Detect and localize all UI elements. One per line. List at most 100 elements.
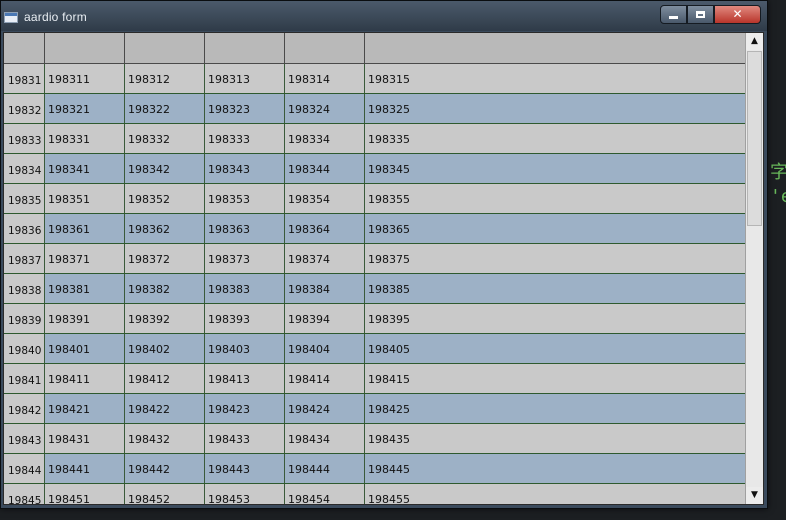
scrollbar-thumb[interactable] — [747, 51, 762, 226]
table-cell[interactable]: 198395 — [365, 304, 745, 333]
table-cell[interactable]: 198311 — [45, 64, 125, 93]
table-cell[interactable]: 198432 — [125, 424, 205, 453]
table-cell[interactable]: 198374 — [285, 244, 365, 273]
table-cell[interactable]: 198332 — [125, 124, 205, 153]
table-row[interactable]: 19831 198311 198312 198313 198314 198315 — [4, 64, 745, 94]
header-cell[interactable] — [285, 33, 365, 63]
row-header-cell[interactable]: 19833 — [4, 124, 45, 153]
row-header-cell[interactable]: 19831 — [4, 64, 45, 93]
scroll-up-icon[interactable]: ▲ — [746, 33, 763, 50]
table-row[interactable]: 19843 198431 198432 198433 198434 198435 — [4, 424, 745, 454]
table-cell[interactable]: 198354 — [285, 184, 365, 213]
row-header-cell[interactable]: 19839 — [4, 304, 45, 333]
table-cell[interactable]: 198353 — [205, 184, 285, 213]
table-cell[interactable]: 198422 — [125, 394, 205, 423]
table-cell[interactable]: 198344 — [285, 154, 365, 183]
header-cell[interactable] — [365, 33, 745, 63]
table-cell[interactable]: 198361 — [45, 214, 125, 243]
table-cell[interactable]: 198381 — [45, 274, 125, 303]
table-row[interactable]: 19845 198451 198452 198453 198454 198455 — [4, 484, 745, 504]
table-cell[interactable]: 198414 — [285, 364, 365, 393]
table-cell[interactable]: 198363 — [205, 214, 285, 243]
table-cell[interactable]: 198415 — [365, 364, 745, 393]
table-cell[interactable]: 198442 — [125, 454, 205, 483]
table-cell[interactable]: 198323 — [205, 94, 285, 123]
table-row[interactable]: 19836 198361 198362 198363 198364 198365 — [4, 214, 745, 244]
table-cell[interactable]: 198331 — [45, 124, 125, 153]
table-cell[interactable]: 198321 — [45, 94, 125, 123]
table-cell[interactable]: 198411 — [45, 364, 125, 393]
table-cell[interactable]: 198385 — [365, 274, 745, 303]
table-cell[interactable]: 198365 — [365, 214, 745, 243]
row-header-cell[interactable]: 19834 — [4, 154, 45, 183]
table-row[interactable]: 19840 198401 198402 198403 198404 198405 — [4, 334, 745, 364]
table-row[interactable]: 19838 198381 198382 198383 198384 198385 — [4, 274, 745, 304]
table-cell[interactable]: 198335 — [365, 124, 745, 153]
table-row[interactable]: 19834 198341 198342 198343 198344 198345 — [4, 154, 745, 184]
row-header-cell[interactable]: 19835 — [4, 184, 45, 213]
table-cell[interactable]: 198393 — [205, 304, 285, 333]
table-cell[interactable]: 198433 — [205, 424, 285, 453]
table-cell[interactable]: 198334 — [285, 124, 365, 153]
table-cell[interactable]: 198455 — [365, 484, 745, 504]
header-cell[interactable] — [205, 33, 285, 63]
table-cell[interactable]: 198384 — [285, 274, 365, 303]
table-row[interactable]: 19842 198421 198422 198423 198424 198425 — [4, 394, 745, 424]
table-cell[interactable]: 198382 — [125, 274, 205, 303]
row-header-cell[interactable]: 19832 — [4, 94, 45, 123]
table-cell[interactable]: 198394 — [285, 304, 365, 333]
table-cell[interactable]: 198314 — [285, 64, 365, 93]
table-cell[interactable]: 198322 — [125, 94, 205, 123]
maximize-button[interactable] — [687, 5, 714, 24]
table-cell[interactable]: 198342 — [125, 154, 205, 183]
table-cell[interactable]: 198431 — [45, 424, 125, 453]
table-cell[interactable]: 198345 — [365, 154, 745, 183]
table-cell[interactable]: 198351 — [45, 184, 125, 213]
table-cell[interactable]: 198435 — [365, 424, 745, 453]
row-header-cell[interactable]: 19843 — [4, 424, 45, 453]
header-cell[interactable] — [125, 33, 205, 63]
table-row[interactable]: 19837 198371 198372 198373 198374 198375 — [4, 244, 745, 274]
table-row[interactable]: 19832 198321 198322 198323 198324 198325 — [4, 94, 745, 124]
table-cell[interactable]: 198412 — [125, 364, 205, 393]
table-cell[interactable]: 198372 — [125, 244, 205, 273]
row-header-cell[interactable]: 19841 — [4, 364, 45, 393]
close-button[interactable]: ✕ — [714, 5, 761, 24]
table-cell[interactable]: 198313 — [205, 64, 285, 93]
minimize-button[interactable] — [660, 5, 687, 24]
table-cell[interactable]: 198375 — [365, 244, 745, 273]
table-cell[interactable]: 198315 — [365, 64, 745, 93]
table-cell[interactable]: 198373 — [205, 244, 285, 273]
table-cell[interactable]: 198445 — [365, 454, 745, 483]
table-cell[interactable]: 198421 — [45, 394, 125, 423]
table-cell[interactable]: 198312 — [125, 64, 205, 93]
table-cell[interactable]: 198325 — [365, 94, 745, 123]
table-cell[interactable]: 198452 — [125, 484, 205, 504]
table-row[interactable]: 19839 198391 198392 198393 198394 198395 — [4, 304, 745, 334]
table-cell[interactable]: 198434 — [285, 424, 365, 453]
table-cell[interactable]: 198444 — [285, 454, 365, 483]
table-cell[interactable]: 198364 — [285, 214, 365, 243]
row-header-cell[interactable]: 19840 — [4, 334, 45, 363]
table-cell[interactable]: 198383 — [205, 274, 285, 303]
row-header-cell[interactable]: 19842 — [4, 394, 45, 423]
data-grid[interactable]: 19831 198311 198312 198313 198314 198315 19832… — [4, 33, 745, 504]
table-row[interactable]: 19833 198331 198332 198333 198334 198335 — [4, 124, 745, 154]
table-cell[interactable]: 198454 — [285, 484, 365, 504]
table-cell[interactable]: 198402 — [125, 334, 205, 363]
row-header-cell[interactable]: 19844 — [4, 454, 45, 483]
table-cell[interactable]: 198371 — [45, 244, 125, 273]
header-cell-corner[interactable] — [4, 33, 45, 63]
table-cell[interactable]: 198424 — [285, 394, 365, 423]
scroll-down-icon[interactable]: ▼ — [746, 487, 763, 504]
table-cell[interactable]: 198405 — [365, 334, 745, 363]
table-cell[interactable]: 198355 — [365, 184, 745, 213]
row-header-cell[interactable]: 19838 — [4, 274, 45, 303]
row-header-cell[interactable]: 19845 — [4, 484, 45, 504]
table-cell[interactable]: 198391 — [45, 304, 125, 333]
table-cell[interactable]: 198404 — [285, 334, 365, 363]
table-cell[interactable]: 198343 — [205, 154, 285, 183]
table-cell[interactable]: 198451 — [45, 484, 125, 504]
table-row[interactable]: 19844 198441 198442 198443 198444 198445 — [4, 454, 745, 484]
table-cell[interactable]: 198413 — [205, 364, 285, 393]
